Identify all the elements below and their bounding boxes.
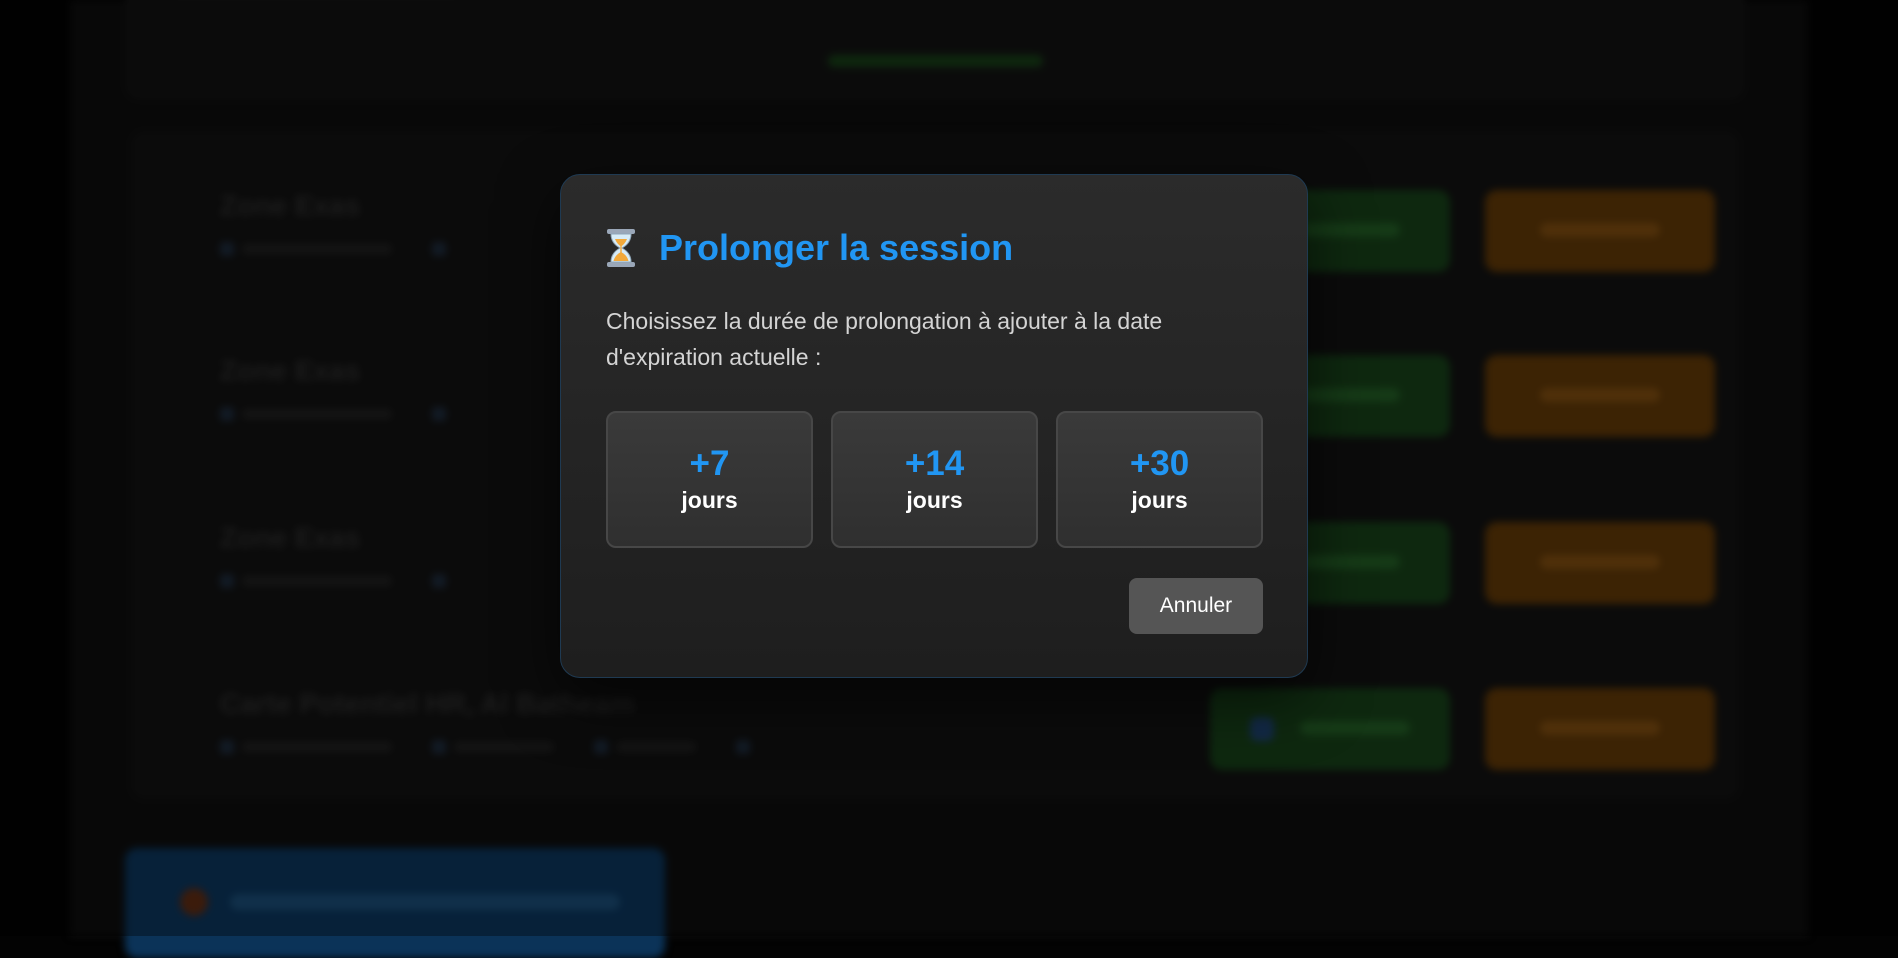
option-unit: jours [1131, 486, 1188, 513]
extend-7-days-button[interactable]: +7 jours [606, 411, 813, 548]
modal-description: Choisissez la durée de prolongation à aj… [606, 308, 1163, 370]
option-unit: jours [906, 486, 963, 513]
modal-title: Prolonger la session [659, 227, 1014, 268]
option-unit: jours [681, 486, 738, 513]
extend-30-days-button[interactable]: +30 jours [1056, 411, 1263, 548]
option-value: +14 [904, 443, 965, 483]
option-value: +30 [1129, 443, 1190, 483]
cancel-button[interactable]: Annuler [1129, 578, 1263, 634]
extend-session-modal: Prolonger la session Choisissez la durée… [560, 174, 1308, 678]
modal-header: Prolonger la session [605, 227, 1013, 269]
hourglass-icon [607, 229, 635, 267]
extension-options: +7 jours +14 jours +30 jours [606, 411, 1263, 548]
option-value: +7 [689, 443, 730, 483]
extend-14-days-button[interactable]: +14 jours [831, 411, 1038, 548]
